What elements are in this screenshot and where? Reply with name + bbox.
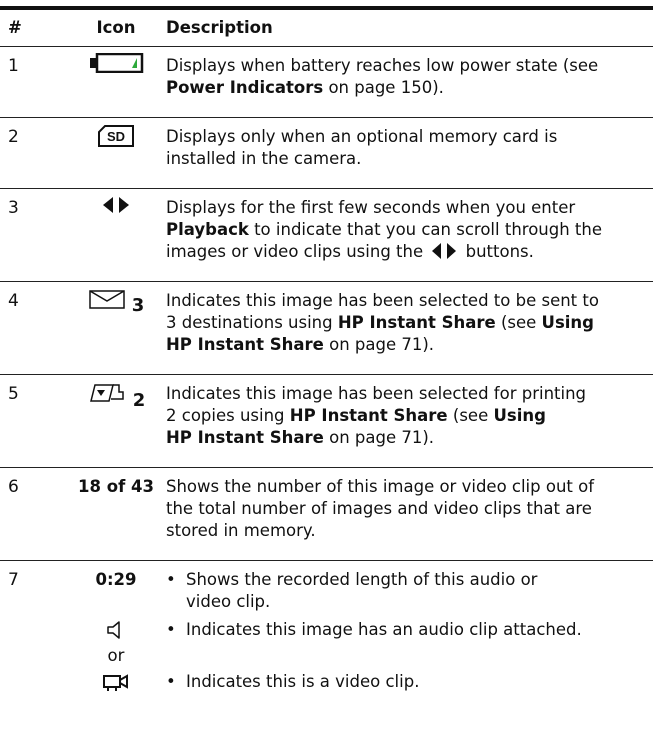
row-description: Indicates this image has been selected f…: [166, 383, 646, 449]
description-line: installed in the camera.: [166, 148, 646, 170]
description-line: HP Instant Share on page 71).: [166, 427, 646, 449]
desc-text: 3 destinations using: [166, 313, 338, 332]
bullet-text-2: Indicates this image has an audio clip a…: [186, 620, 582, 639]
row-number: 6: [8, 477, 19, 497]
desc-text: Displays when battery reaches low power …: [166, 56, 599, 75]
bullet-line: video clip.: [186, 592, 271, 611]
header-description: Description: [166, 18, 273, 37]
desc-text: Using: [493, 406, 546, 425]
header-icon: Icon: [96, 18, 136, 37]
icon-count: 2: [132, 389, 146, 411]
image-counter-text: 18 of 43: [78, 477, 154, 496]
or-text: or: [107, 646, 125, 665]
desc-text: Shows the number of this image or video …: [166, 477, 595, 496]
desc-text: buttons.: [460, 242, 534, 261]
desc-text: Displays only when an optional memory ca…: [166, 127, 558, 146]
desc-text: images or video clips using the: [166, 242, 429, 261]
document-page: # Icon Description 1 Displays when batte…: [0, 0, 653, 736]
description-line: Displays when battery reaches low power …: [166, 55, 646, 77]
table-row-2: 2 SD Displays only when an optional memo…: [0, 118, 653, 189]
icon-count: 3: [131, 294, 145, 316]
desc-text: Using: [541, 313, 594, 332]
description-line: Power Indicators on page 150).: [166, 77, 646, 99]
scroll-arrows-icon: [70, 195, 162, 221]
description-line: images or video clips using the buttons.: [166, 241, 646, 266]
table-row-6: 6 18 of 43 Shows the number of this image …: [0, 468, 653, 561]
table-row-4: 4 3 Indicates this image has been selecte…: [0, 282, 653, 375]
bullet-line: Shows the recorded length of this audio …: [186, 570, 538, 589]
desc-text: (see: [495, 313, 542, 332]
bullet: •: [166, 620, 176, 639]
description-line: 3 destinations using HP Instant Share (s…: [166, 312, 646, 334]
row-number: 7: [8, 570, 19, 590]
description-line: Indicates this image has been selected f…: [166, 383, 646, 405]
desc-text: stored in memory.: [166, 521, 316, 540]
bullet-text-1: Shows the recorded length of this audio …: [186, 569, 646, 613]
sd-card-icon: SD: [70, 124, 162, 154]
icon-table: # Icon Description 1 Displays when batte…: [0, 6, 653, 743]
row-number: 2: [8, 127, 19, 147]
desc-text: to indicate that you can scroll through …: [248, 220, 602, 239]
desc-text: HP Instant Share: [166, 428, 324, 447]
desc-text: installed in the camera.: [166, 149, 362, 168]
desc-text: HP Instant Share: [166, 335, 324, 354]
description-line: the total number of images and video cli…: [166, 498, 646, 520]
description-line: Indicates this image has been selected t…: [166, 290, 646, 312]
desc-text: 2 copies using: [166, 406, 290, 425]
desc-text: on page 71).: [323, 428, 435, 447]
row-number: 1: [8, 56, 19, 76]
desc-text: Indicates this image has been selected t…: [166, 291, 599, 310]
description-line: Displays only when an optional memory ca…: [166, 126, 646, 148]
header-num: #: [8, 18, 22, 37]
desc-text: HP Instant Share: [289, 406, 448, 425]
table-row-5: 5 2 Indicates this image has been selecte…: [0, 375, 653, 468]
battery-low-icon: [70, 53, 162, 79]
bullet-text-3: Indicates this is a video clip.: [186, 672, 420, 691]
row-description: Indicates this image has been selected t…: [166, 290, 646, 356]
row-description: Displays for the first few seconds when …: [166, 197, 646, 266]
description-line: Displays for the first few seconds when …: [166, 197, 646, 219]
row-description: Shows the number of this image or video …: [166, 476, 646, 542]
scroll-arrows-inline-icon: [430, 242, 458, 266]
desc-text: Power Indicators: [166, 78, 324, 97]
desc-text: Indicates this image has been selected f…: [166, 384, 587, 403]
row-number: 4: [8, 291, 19, 311]
desc-text: on page 150).: [323, 78, 444, 97]
row-number: 5: [8, 384, 19, 404]
row-description: Displays when battery reaches low power …: [166, 55, 646, 99]
table-row-1: 1 Displays when battery reaches low powe…: [0, 47, 653, 118]
desc-text: Displays for the first few seconds when …: [166, 198, 576, 217]
video-camera-icon: [70, 671, 162, 699]
description-line: HP Instant Share on page 71).: [166, 334, 646, 356]
bullet: •: [166, 570, 176, 589]
row-number: 3: [8, 198, 19, 218]
speaker-icon: [70, 619, 162, 647]
row-description: Displays only when an optional memory ca…: [166, 126, 646, 170]
description-line: 2 copies using HP Instant Share (see Usi…: [166, 405, 646, 427]
table-row-7: 7 0:29 • Shows the recorded length of th…: [0, 561, 653, 743]
desc-text: on page 71).: [323, 335, 435, 354]
description-line: Shows the number of this image or video …: [166, 476, 646, 498]
desc-text: (see: [447, 406, 494, 425]
bullet: •: [166, 672, 176, 691]
table-row-3: 3 Displays for the first few seconds whe…: [0, 189, 653, 282]
description-line: stored in memory.: [166, 520, 646, 542]
table-header: # Icon Description: [0, 10, 653, 47]
desc-text: Playback: [166, 220, 249, 239]
desc-text: HP Instant Share: [337, 313, 496, 332]
description-line: Playback to indicate that you can scroll…: [166, 219, 646, 241]
duration-text: 0:29: [95, 570, 137, 589]
svg-text:SD: SD: [107, 129, 125, 144]
envelope-icon: 3: [70, 288, 162, 317]
desc-text: the total number of images and video cli…: [166, 499, 592, 518]
print-icon: 2: [70, 381, 162, 412]
